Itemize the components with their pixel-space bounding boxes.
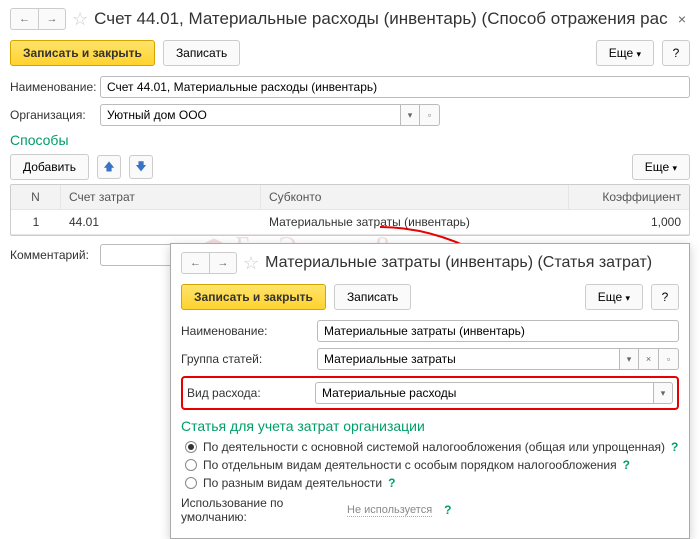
dialog-save-and-close-button[interactable]: Записать и закрыть — [181, 284, 326, 310]
col-n-header: N — [11, 185, 61, 209]
comment-label: Комментарий: — [10, 248, 94, 262]
radio-icon — [185, 441, 197, 453]
dialog-exptype-label: Вид расхода: — [187, 386, 309, 400]
radio-icon — [185, 477, 197, 489]
help-icon[interactable]: ? — [444, 503, 451, 517]
open-link-icon[interactable]: ▫ — [420, 104, 440, 126]
dialog-default-value[interactable]: Не используется — [347, 504, 432, 517]
radio-option-main-tax[interactable]: По деятельности с основной системой нало… — [185, 440, 679, 454]
dialog-org-section-title: Статья для учета затрат организации — [181, 418, 679, 434]
help-button[interactable]: ? — [662, 40, 690, 66]
move-down-button[interactable]: 🡇 — [129, 155, 153, 179]
name-label: Наименование: — [10, 80, 94, 94]
radio-icon — [185, 459, 197, 471]
col-acc-header: Счет затрат — [61, 185, 261, 209]
dialog-group-input[interactable] — [317, 348, 619, 370]
help-icon[interactable]: ? — [623, 458, 630, 472]
dialog-nav-back-button[interactable]: ← — [181, 252, 209, 274]
favorite-star-icon[interactable]: ☆ — [72, 9, 88, 30]
org-label: Организация: — [10, 108, 94, 122]
window-title: Счет 44.01, Материальные расходы (инвент… — [94, 9, 668, 29]
help-icon[interactable]: ? — [671, 440, 678, 454]
dialog-nav-forward-button[interactable]: → — [209, 252, 237, 274]
dialog-help-button[interactable]: ? — [651, 284, 679, 310]
dialog-more-button[interactable]: Еще ▾ — [585, 284, 643, 310]
add-button[interactable]: Добавить — [10, 154, 89, 180]
org-input[interactable] — [100, 104, 400, 126]
table-row[interactable]: 1 44.01 Материальные затраты (инвентарь)… — [11, 210, 689, 235]
methods-section-title: Способы — [10, 132, 690, 148]
dropdown-icon[interactable]: ▾ — [400, 104, 420, 126]
dialog-exptype-input[interactable] — [315, 382, 653, 404]
name-input[interactable] — [100, 76, 690, 98]
save-and-close-button[interactable]: Записать и закрыть — [10, 40, 155, 66]
save-button[interactable]: Записать — [163, 40, 240, 66]
clear-icon[interactable]: × — [639, 348, 659, 370]
dialog-name-label: Наименование: — [181, 324, 311, 338]
methods-table: N Счет затрат Субконто Коэффициент 1 44.… — [10, 184, 690, 236]
dialog-name-input[interactable] — [317, 320, 679, 342]
col-coef-header: Коэффициент — [569, 185, 689, 209]
dialog-group-label: Группа статей: — [181, 352, 311, 366]
cost-article-dialog: ← → ☆ Материальные затраты (инвентарь) (… — [170, 243, 690, 539]
dialog-favorite-star-icon[interactable]: ☆ — [243, 253, 259, 274]
dropdown-icon[interactable]: ▾ — [653, 382, 673, 404]
open-link-icon[interactable]: ▫ — [659, 348, 679, 370]
dialog-save-button[interactable]: Записать — [334, 284, 411, 310]
col-sub-header: Субконто — [261, 185, 569, 209]
dialog-title: Материальные затраты (инвентарь) (Статья… — [265, 254, 679, 272]
table-more-button[interactable]: Еще ▾ — [632, 154, 690, 180]
nav-forward-button[interactable]: → — [38, 8, 66, 30]
more-button[interactable]: Еще ▾ — [596, 40, 654, 66]
close-button[interactable]: × — [674, 11, 690, 27]
nav-back-button[interactable]: ← — [10, 8, 38, 30]
move-up-button[interactable]: 🡅 — [97, 155, 121, 179]
help-icon[interactable]: ? — [388, 476, 395, 490]
radio-option-special-tax[interactable]: По отдельным видам деятельности с особым… — [185, 458, 679, 472]
radio-option-various[interactable]: По разным видам деятельности ? — [185, 476, 679, 490]
dialog-default-label: Использование по умолчанию: — [181, 496, 341, 524]
dropdown-icon[interactable]: ▾ — [619, 348, 639, 370]
